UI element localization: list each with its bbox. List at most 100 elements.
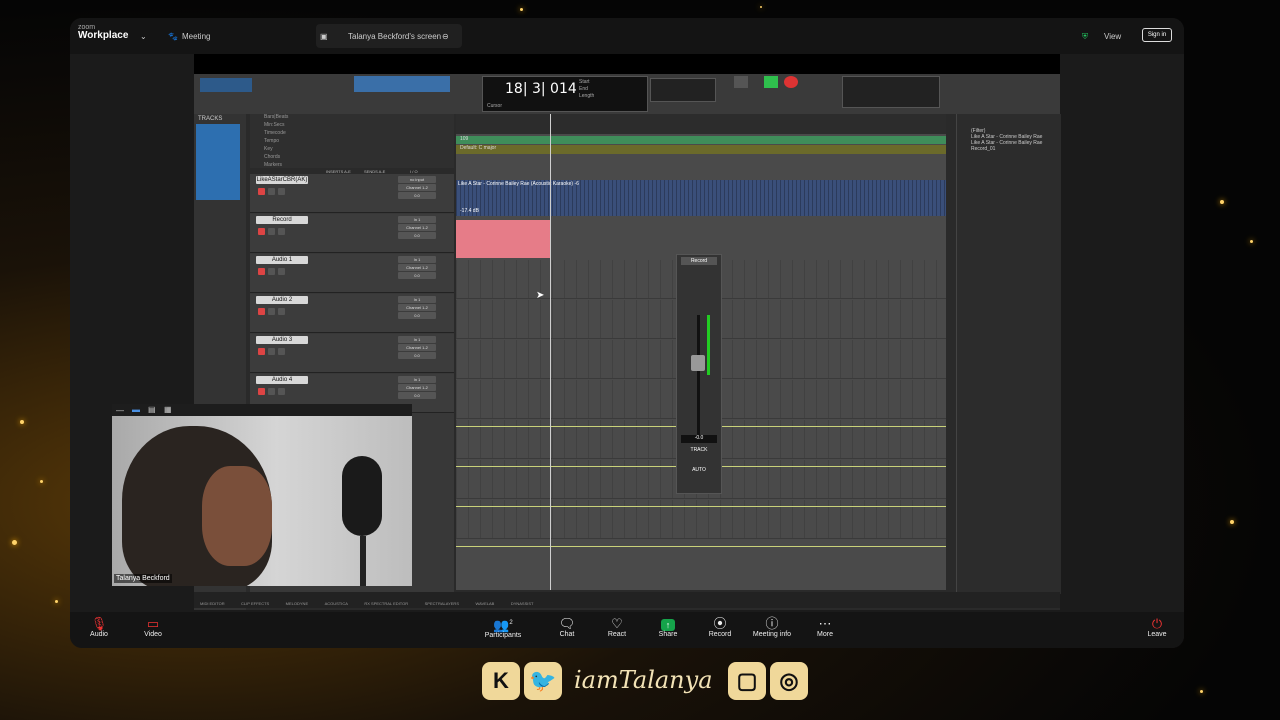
track-io[interactable]: In 1 Channel 1-2 0.0	[398, 256, 436, 290]
mute-button[interactable]	[278, 308, 285, 315]
tab-wavelab[interactable]: WAVELAB	[475, 601, 494, 606]
chevron-down-icon[interactable]: ⌄	[140, 32, 147, 41]
key-ruler[interactable]: Default: C major	[456, 145, 946, 154]
clip-list-item[interactable]: Record_01	[957, 146, 1061, 152]
track-name[interactable]: Audio 4	[256, 376, 308, 384]
io-output[interactable]: Channel 1-2	[398, 304, 436, 311]
volume-value[interactable]: 0.0	[398, 192, 436, 199]
track-header[interactable]: Audio 2 In 1 Channel 1-2 0.0	[250, 294, 454, 333]
track-io[interactable]: In 1 Channel 1-2 0.0	[398, 296, 436, 330]
mute-button[interactable]	[278, 268, 285, 275]
participants-button[interactable]: 👥2 Participants	[478, 616, 528, 639]
solo-button[interactable]	[268, 388, 275, 395]
record-arm-button[interactable]	[258, 348, 265, 355]
record-button[interactable]	[784, 76, 798, 88]
volume-value[interactable]: 0.0	[398, 312, 436, 319]
io-output[interactable]: Channel 1-2	[398, 184, 436, 191]
fader-value[interactable]: -0.0	[681, 435, 717, 443]
record-arm-button[interactable]	[258, 268, 265, 275]
floating-channel-strip[interactable]: Record -0.0 TRACK AUTO	[676, 254, 722, 494]
share-button[interactable]: ↑ Share	[643, 616, 693, 638]
clips-filter[interactable]: (Filter)	[957, 114, 1061, 134]
io-input[interactable]: In 1	[398, 336, 436, 343]
volume-fader[interactable]	[691, 355, 705, 371]
mute-button[interactable]	[278, 348, 285, 355]
share-screen-tab[interactable]: ▣ Talanya Beckford's screen ⊖	[316, 24, 462, 48]
audio-clip[interactable]: Like A Star - Corinne Bailey Rae (Acoust…	[456, 180, 946, 216]
track-header[interactable]: LikeAStarCBR(AK) no input Channel 1-2 0.…	[250, 174, 454, 213]
io-input[interactable]: In 1	[398, 216, 436, 223]
audio-button[interactable]: 🎙 Audio	[74, 616, 124, 638]
track-name[interactable]: Audio 2	[256, 296, 308, 304]
minus-circle-icon[interactable]: ⊖	[442, 32, 449, 41]
meeting-label[interactable]: Meeting	[182, 32, 210, 41]
chat-button[interactable]: 🗨 Chat	[542, 616, 592, 638]
track-name[interactable]: Audio 1	[256, 256, 308, 264]
stop-button[interactable]	[734, 76, 748, 88]
mode-buttons[interactable]	[200, 78, 252, 92]
play-button[interactable]	[764, 76, 778, 88]
timeline-ruler[interactable]	[456, 114, 946, 134]
io-output[interactable]: Channel 1-2	[398, 344, 436, 351]
view-icon[interactable]: ▬	[132, 405, 140, 414]
layout-icon[interactable]: ▤	[148, 405, 156, 414]
record-meeting-button[interactable]: ⦿ Record	[695, 616, 745, 638]
tab-rx-spectral-editor[interactable]: RX SPECTRAL EDITOR	[364, 601, 408, 606]
mute-button[interactable]	[278, 228, 285, 235]
record-arm-button[interactable]	[258, 228, 265, 235]
tab-spectralayers[interactable]: SPECTRALAYERS	[425, 601, 459, 606]
track-name[interactable]: Record	[256, 216, 308, 224]
meeting-info-button[interactable]: ⓘ Meeting info	[747, 616, 797, 638]
solo-button[interactable]	[268, 268, 275, 275]
io-input[interactable]: In 1	[398, 376, 436, 383]
io-output[interactable]: Channel 1-2	[398, 224, 436, 231]
tab-melodyne[interactable]: MELODYNE	[286, 601, 308, 606]
record-arm-button[interactable]	[258, 388, 265, 395]
solo-button[interactable]	[268, 228, 275, 235]
track-name[interactable]: Audio 3	[256, 336, 308, 344]
mute-button[interactable]	[278, 388, 285, 395]
record-selection[interactable]	[456, 220, 550, 258]
mute-button[interactable]	[278, 188, 285, 195]
automation-button[interactable]: AUTO	[681, 467, 717, 473]
solo-button[interactable]	[268, 348, 275, 355]
io-output[interactable]: Channel 1-2	[398, 384, 436, 391]
io-input[interactable]: no input	[398, 176, 436, 183]
more-button[interactable]: ⋯ More	[800, 616, 850, 638]
io-input[interactable]: In 1	[398, 256, 436, 263]
record-arm-button[interactable]	[258, 308, 265, 315]
minimize-icon[interactable]: —	[116, 406, 124, 415]
tempo-ruler[interactable]: 109	[456, 136, 946, 144]
view-button[interactable]: View	[1104, 32, 1121, 41]
leave-button[interactable]: ⏻ Leave	[1132, 616, 1182, 638]
track-io[interactable]: no input Channel 1-2 0.0	[398, 176, 436, 210]
grid-icon[interactable]: ▦	[164, 405, 172, 414]
playhead[interactable]	[550, 114, 551, 590]
track-io[interactable]: In 1 Channel 1-2 0.0	[398, 216, 436, 250]
edit-tool-buttons[interactable]	[354, 76, 450, 92]
tab-clip-effects[interactable]: CLIP EFFECTS	[241, 601, 269, 606]
video-button[interactable]: ▭ Video	[128, 616, 178, 638]
track-name[interactable]: LikeAStarCBR(AK)	[256, 176, 308, 184]
tab-dynassist[interactable]: DYNASSIST	[511, 601, 534, 606]
solo-button[interactable]	[268, 308, 275, 315]
volume-value[interactable]: 0.0	[398, 352, 436, 359]
track-header[interactable]: Audio 1 In 1 Channel 1-2 0.0	[250, 254, 454, 293]
signin-button[interactable]: Sign in	[1142, 28, 1172, 42]
volume-value[interactable]: 0.0	[398, 392, 436, 399]
tempo-display[interactable]	[650, 78, 716, 102]
track-header[interactable]: Record In 1 Channel 1-2 0.0	[250, 214, 454, 253]
track-header[interactable]: Audio 3 In 1 Channel 1-2 0.0	[250, 334, 454, 373]
volume-value[interactable]: 0.0	[398, 232, 436, 239]
tab-midi-editor[interactable]: MIDI EDITOR	[200, 601, 225, 606]
record-arm-button[interactable]	[258, 188, 265, 195]
grid-nudge-display[interactable]	[842, 76, 940, 108]
track-io[interactable]: In 1 Channel 1-2 0.0	[398, 336, 436, 370]
tab-acoustica[interactable]: ACOUSTICA	[325, 601, 348, 606]
solo-button[interactable]	[268, 188, 275, 195]
react-button[interactable]: ♡ React	[592, 616, 642, 638]
io-output[interactable]: Channel 1-2	[398, 264, 436, 271]
volume-value[interactable]: 0.0	[398, 272, 436, 279]
tracks-list-rows[interactable]	[196, 124, 240, 200]
io-input[interactable]: In 1	[398, 296, 436, 303]
